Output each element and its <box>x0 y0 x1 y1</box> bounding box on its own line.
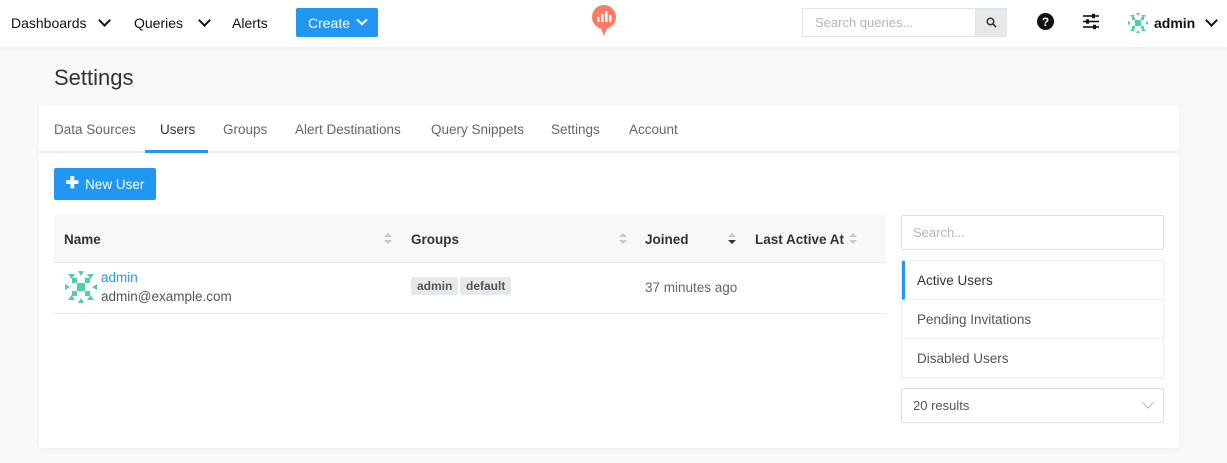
search-queries-input[interactable]: Search queries... <box>802 8 975 37</box>
tab-data-sources[interactable]: Data Sources <box>54 105 136 153</box>
tab-label: Users <box>160 121 196 137</box>
group-tag-admin[interactable]: admin <box>411 277 459 295</box>
nav-dashboards-dropdown[interactable] <box>98 0 111 45</box>
sort-icon[interactable] <box>728 233 736 245</box>
user-menu-label: admin <box>1154 14 1196 31</box>
chevron-down-icon <box>1205 13 1219 27</box>
active-tab-indicator <box>145 150 208 153</box>
group-tag-default[interactable]: default <box>460 277 512 295</box>
settings-sliders-icon[interactable] <box>1082 13 1100 30</box>
nav-alerts-label: Alerts <box>232 14 268 31</box>
chevron-down-icon <box>1142 397 1154 409</box>
top-navbar: Dashboards Queries Alerts Create Search … <box>0 0 1227 47</box>
sort-icon[interactable] <box>619 233 627 245</box>
tab-alert-destinations[interactable]: Alert Destinations <box>295 105 401 153</box>
sort-icon[interactable] <box>849 233 857 245</box>
user-email: admin@example.com <box>101 289 232 304</box>
tab-label: Account <box>629 121 678 137</box>
search-placeholder: Search queries... <box>815 15 914 30</box>
filter-label: Pending Invitations <box>917 311 1032 327</box>
column-header-joined[interactable]: Joined <box>645 215 689 263</box>
table-row: admin admin@example.com admin default 37… <box>54 263 886 314</box>
sort-icon[interactable] <box>384 233 392 245</box>
search-button[interactable] <box>975 8 1007 37</box>
filter-disabled-users[interactable]: Disabled Users <box>902 339 1163 378</box>
nav-queries-label: Queries <box>134 14 184 31</box>
tab-label: Query Snippets <box>431 121 525 137</box>
column-label: Last Active At <box>755 231 845 247</box>
column-label: Joined <box>645 231 689 247</box>
nav-alerts[interactable]: Alerts <box>232 0 268 45</box>
create-button[interactable]: Create <box>296 8 378 37</box>
column-label: Name <box>64 231 101 247</box>
nav-queries-dropdown[interactable] <box>198 0 211 45</box>
filter-active-users[interactable]: Active Users <box>902 261 1163 300</box>
user-avatar <box>1128 12 1148 33</box>
filter-label: Disabled Users <box>917 351 1009 366</box>
users-search-input[interactable]: Search... <box>901 215 1164 250</box>
search-icon <box>985 17 997 28</box>
help-icon[interactable]: ? <box>1037 13 1054 30</box>
tab-account[interactable]: Account <box>629 105 678 153</box>
settings-tabs: Data Sources Users Groups Alert Destinat… <box>39 105 1179 153</box>
new-user-label: New User <box>85 176 145 192</box>
filter-pending-invitations[interactable]: Pending Invitations <box>902 300 1163 339</box>
joined-value: 37 minutes ago <box>645 280 738 295</box>
column-header-last-active[interactable]: Last Active At <box>755 215 844 263</box>
users-table-header: Name Groups Joined Last Active At <box>54 215 886 263</box>
column-header-groups[interactable]: Groups <box>411 215 459 263</box>
filter-label: Active Users <box>917 272 993 288</box>
user-menu[interactable]: admin <box>1128 0 1219 45</box>
chevron-down-icon <box>98 13 111 27</box>
tab-query-snippets[interactable]: Query Snippets <box>431 105 524 153</box>
create-button-label: Create <box>307 14 351 31</box>
user-name-link[interactable]: admin <box>101 270 138 285</box>
new-user-button[interactable]: ✚ New User <box>54 168 156 200</box>
tab-users[interactable]: Users <box>160 105 195 153</box>
redash-logo-icon[interactable] <box>590 5 618 37</box>
tab-groups[interactable]: Groups <box>223 105 267 153</box>
tab-label: Settings <box>551 121 600 137</box>
nav-dashboards-label: Dashboards <box>11 14 87 31</box>
settings-card: Data Sources Users Groups Alert Destinat… <box>39 105 1179 448</box>
results-label: 20 results <box>913 398 970 413</box>
tab-settings[interactable]: Settings <box>551 105 600 153</box>
nav-queries[interactable]: Queries <box>134 0 183 45</box>
page-title: Settings <box>54 65 134 90</box>
tab-label: Data Sources <box>54 121 136 137</box>
plus-icon: ✚ <box>65 175 80 192</box>
results-per-page-select[interactable]: 20 results <box>901 388 1164 423</box>
tab-label: Alert Destinations <box>295 121 401 137</box>
avatar <box>65 271 97 303</box>
chevron-down-icon <box>356 14 368 26</box>
nav-dashboards[interactable]: Dashboards <box>11 0 87 45</box>
search-placeholder: Search... <box>913 225 966 240</box>
column-label: Groups <box>411 231 460 247</box>
chevron-down-icon <box>198 13 211 27</box>
user-filter-list: Active Users Pending Invitations Disable… <box>901 260 1164 378</box>
tab-label: Groups <box>223 121 268 137</box>
column-header-name[interactable]: Name <box>64 215 101 263</box>
